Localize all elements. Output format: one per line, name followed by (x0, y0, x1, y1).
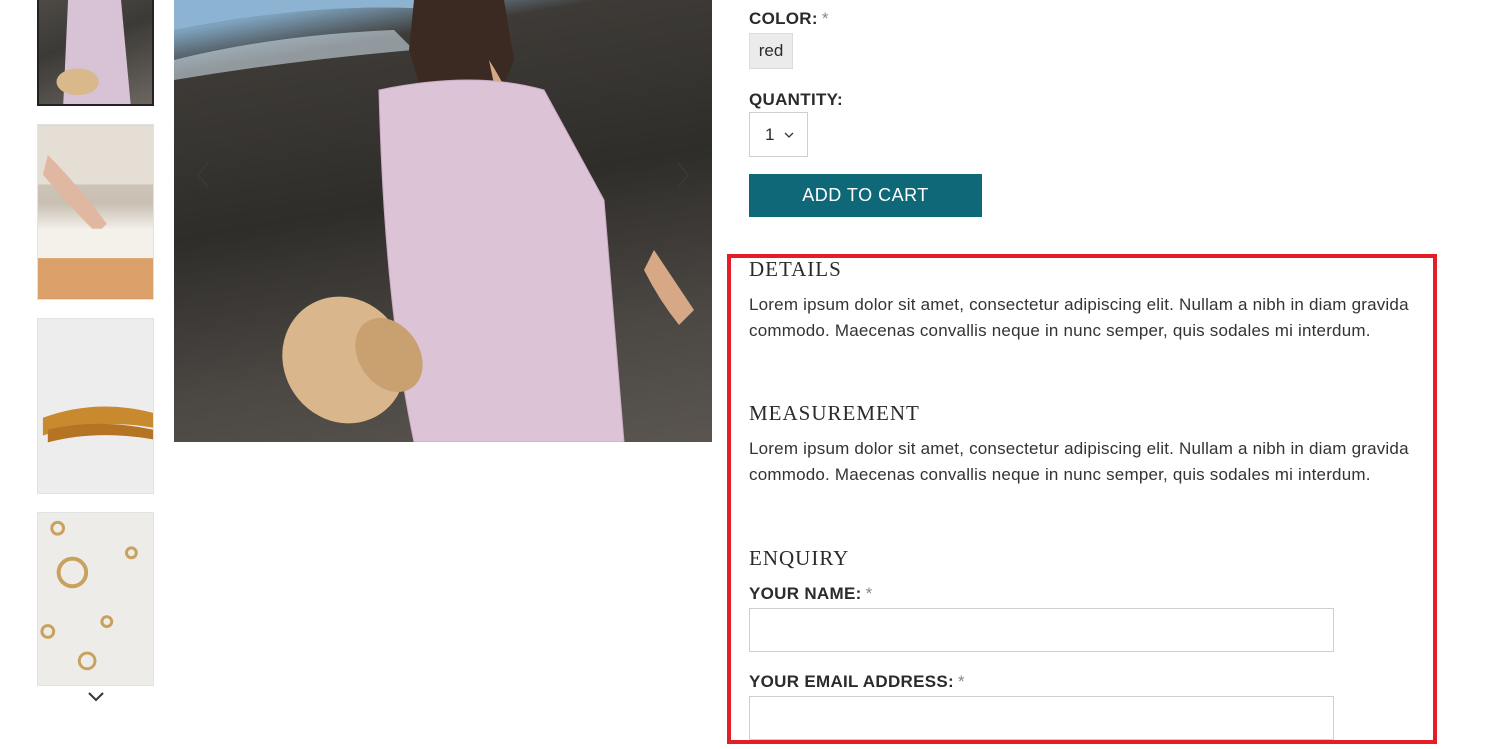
chevron-down-icon (785, 132, 794, 138)
quantity-value: 1 (765, 124, 775, 144)
details-heading: DETAILS (749, 257, 842, 281)
quantity-select[interactable]: 1 (749, 112, 808, 157)
chevron-left-icon[interactable] (190, 158, 216, 192)
kitchen-thumbnail-image (38, 125, 153, 299)
thumbnail-kitchen[interactable] (37, 124, 154, 300)
add-to-cart-button[interactable]: ADD TO CART (749, 174, 982, 217)
thumbnail-dress[interactable] (37, 0, 154, 106)
required-mark: * (821, 9, 829, 28)
name-field[interactable] (749, 608, 1334, 652)
measurement-heading: MEASUREMENT (749, 401, 920, 425)
measurement-text: Lorem ipsum dolor sit amet, consectetur … (749, 439, 1409, 484)
name-label: YOUR NAME: * (749, 584, 873, 603)
email-field[interactable] (749, 696, 1334, 740)
chevron-down-icon[interactable] (86, 687, 106, 707)
thumbnail-sandals[interactable] (37, 318, 154, 494)
earrings-thumbnail-image (40, 520, 138, 671)
sandals-thumbnail-image (42, 406, 153, 443)
thumbnail-earrings[interactable] (37, 512, 154, 686)
required-mark: * (865, 584, 873, 603)
details-text: Lorem ipsum dolor sit amet, consectetur … (749, 295, 1409, 340)
color-label: COLOR: * (749, 9, 829, 28)
required-mark: * (958, 672, 965, 691)
chevron-right-icon[interactable] (670, 158, 696, 192)
quantity-label: QUANTITY: (749, 90, 843, 109)
enquiry-heading: ENQUIRY (749, 546, 850, 570)
email-label: YOUR EMAIL ADDRESS: * (749, 672, 965, 691)
color-swatch-red[interactable]: red (749, 33, 793, 69)
main-product-image (174, 0, 712, 442)
dress-thumbnail-image (56, 0, 131, 104)
